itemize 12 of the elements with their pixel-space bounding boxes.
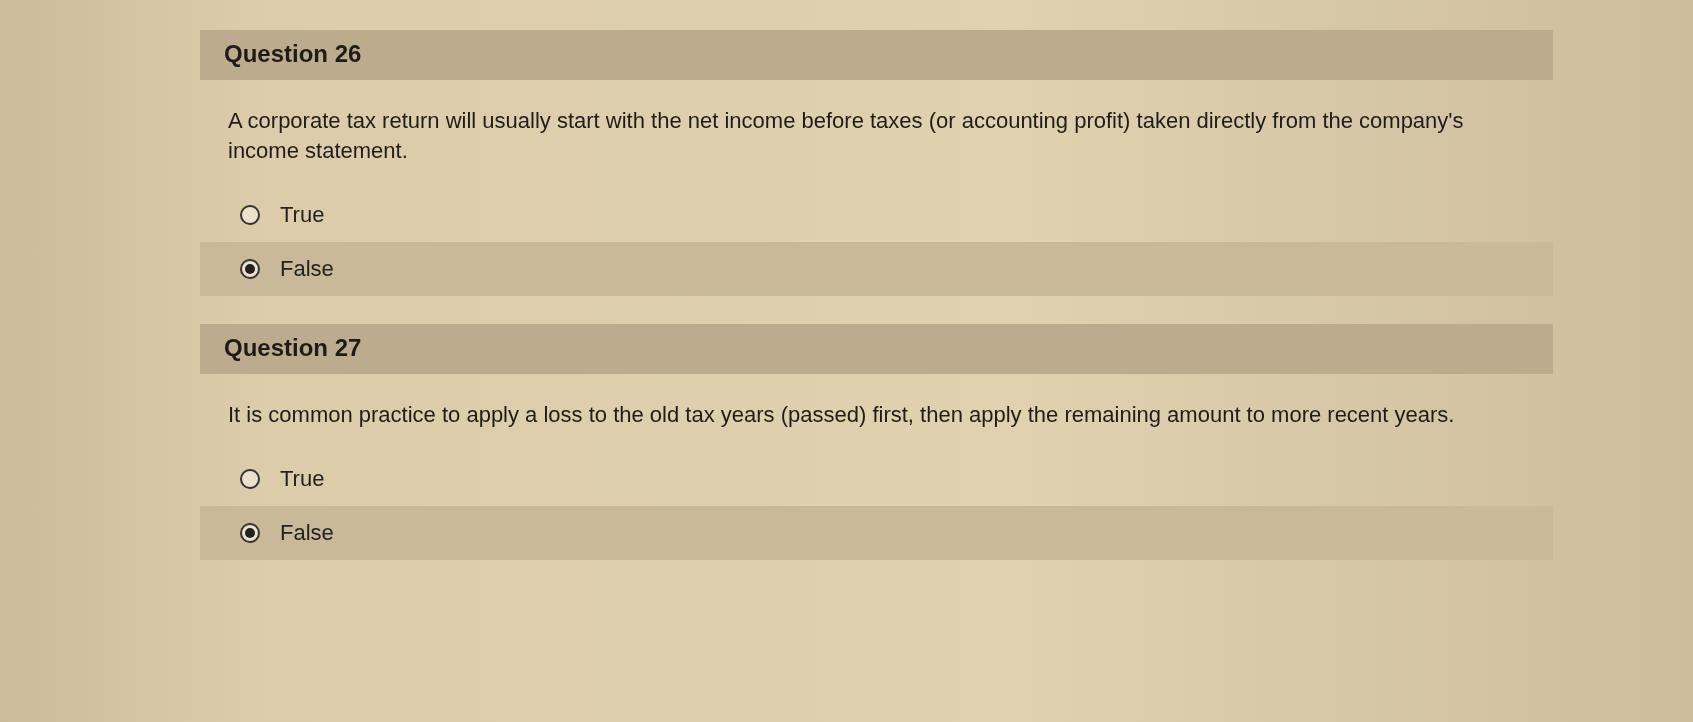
option-label[interactable]: False [280, 256, 334, 282]
option-label[interactable]: False [280, 520, 334, 546]
question-header: Question 26 [200, 30, 1553, 80]
question-text: A corporate tax return will usually start with the net income before taxes (or accounting profit) taken directly from the company's income statement. [228, 107, 1465, 165]
option-label[interactable]: True [280, 466, 325, 492]
option-label[interactable]: True [280, 202, 325, 228]
radio-button[interactable] [240, 469, 260, 489]
radio-button[interactable] [240, 523, 260, 543]
question-text: It is common practice to apply a loss to the old tax years (passed) first, then apply the remaining amount to more recent years. [228, 401, 1456, 429]
question-header: Question 27 [200, 324, 1553, 374]
radio-button[interactable] [240, 205, 260, 225]
radio-button[interactable] [240, 259, 260, 279]
